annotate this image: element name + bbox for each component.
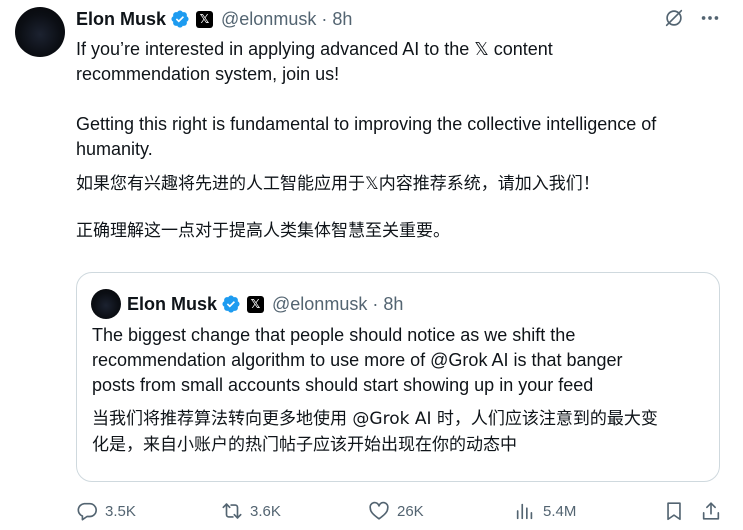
repost-count: 3.6K	[250, 502, 281, 520]
verified-badge-icon	[221, 294, 241, 314]
repost-button[interactable]: 3.6K	[221, 496, 281, 526]
views-button[interactable]: 5.4M	[514, 496, 576, 526]
reply-icon	[77, 502, 97, 521]
post-text-line: If you’re interested in applying advance…	[76, 39, 553, 59]
quoted-text-line: posts from small accounts should start s…	[92, 375, 594, 395]
separator: ·	[372, 293, 379, 314]
more-icon[interactable]	[699, 7, 721, 29]
x-logo-icon: 𝕏	[247, 295, 265, 313]
verified-badge-icon[interactable]	[170, 9, 190, 29]
author-handle: @elonmusk	[272, 293, 368, 314]
bookmark-icon	[667, 502, 681, 521]
grok-icon[interactable]	[663, 7, 685, 29]
like-count: 26K	[397, 502, 424, 520]
post-text-line: Getting this right is fundamental to imp…	[76, 114, 657, 134]
action-bar: 3.5K 3.6K 26K 5.4M	[76, 496, 721, 526]
post-time: 8h	[383, 293, 404, 314]
post-header: Elon Musk 𝕏 @elonmusk · 8h	[76, 6, 352, 32]
reply-button[interactable]: 3.5K	[76, 496, 136, 526]
heart-icon	[369, 501, 389, 520]
post-text-line: humanity.	[76, 139, 153, 159]
post-text-line: recommendation system, join us!	[76, 64, 340, 84]
avatar	[91, 289, 121, 319]
avatar[interactable]	[15, 7, 65, 57]
quoted-post-text: The biggest change that people should no…	[92, 323, 707, 458]
views-count: 5.4M	[543, 502, 577, 520]
like-button[interactable]: 26K	[368, 496, 424, 526]
post-time[interactable]: 8h	[332, 9, 352, 30]
post-text-translation: 正确理解这一点对于提高人类集体智慧至关重要。	[76, 221, 450, 241]
quoted-text-line: The biggest change that people should no…	[92, 325, 576, 345]
post-top-actions	[663, 7, 721, 29]
retweet-icon	[222, 503, 242, 519]
author-name: Elon Musk	[127, 293, 218, 314]
author-name[interactable]: Elon Musk	[76, 9, 166, 30]
quoted-text-line: recommendation algorithm to use more of …	[92, 350, 623, 370]
separator: ·	[321, 8, 328, 29]
post-text-translation: 如果您有兴趣将先进的人工智能应用于𝕏内容推荐系统，请加入我们！	[76, 174, 600, 194]
quoted-text-translation: 当我们将推荐算法转向更多地使用 @Grok AI 时，人们应该注意到的最大变	[92, 409, 658, 429]
share-icon	[702, 502, 720, 520]
author-handle[interactable]: @elonmusk	[221, 9, 316, 30]
views-chart-icon	[516, 503, 533, 520]
share-button[interactable]	[700, 496, 729, 526]
bookmark-button[interactable]	[663, 496, 692, 526]
quoted-text-translation: 化是，来自小账户的热门帖子应该开始出现在你的动态中	[92, 435, 517, 455]
x-logo-icon: 𝕏	[196, 10, 214, 28]
reply-count: 3.5K	[105, 502, 136, 520]
quoted-post[interactable]: Elon Musk 𝕏 @elonmusk · 8h The biggest c…	[76, 272, 720, 482]
quoted-post-header: Elon Musk 𝕏 @elonmusk · 8h	[91, 289, 403, 319]
post: Elon Musk 𝕏 @elonmusk · 8h If you’re int…	[0, 0, 743, 530]
post-text: If you’re interested in applying advance…	[76, 37, 726, 244]
